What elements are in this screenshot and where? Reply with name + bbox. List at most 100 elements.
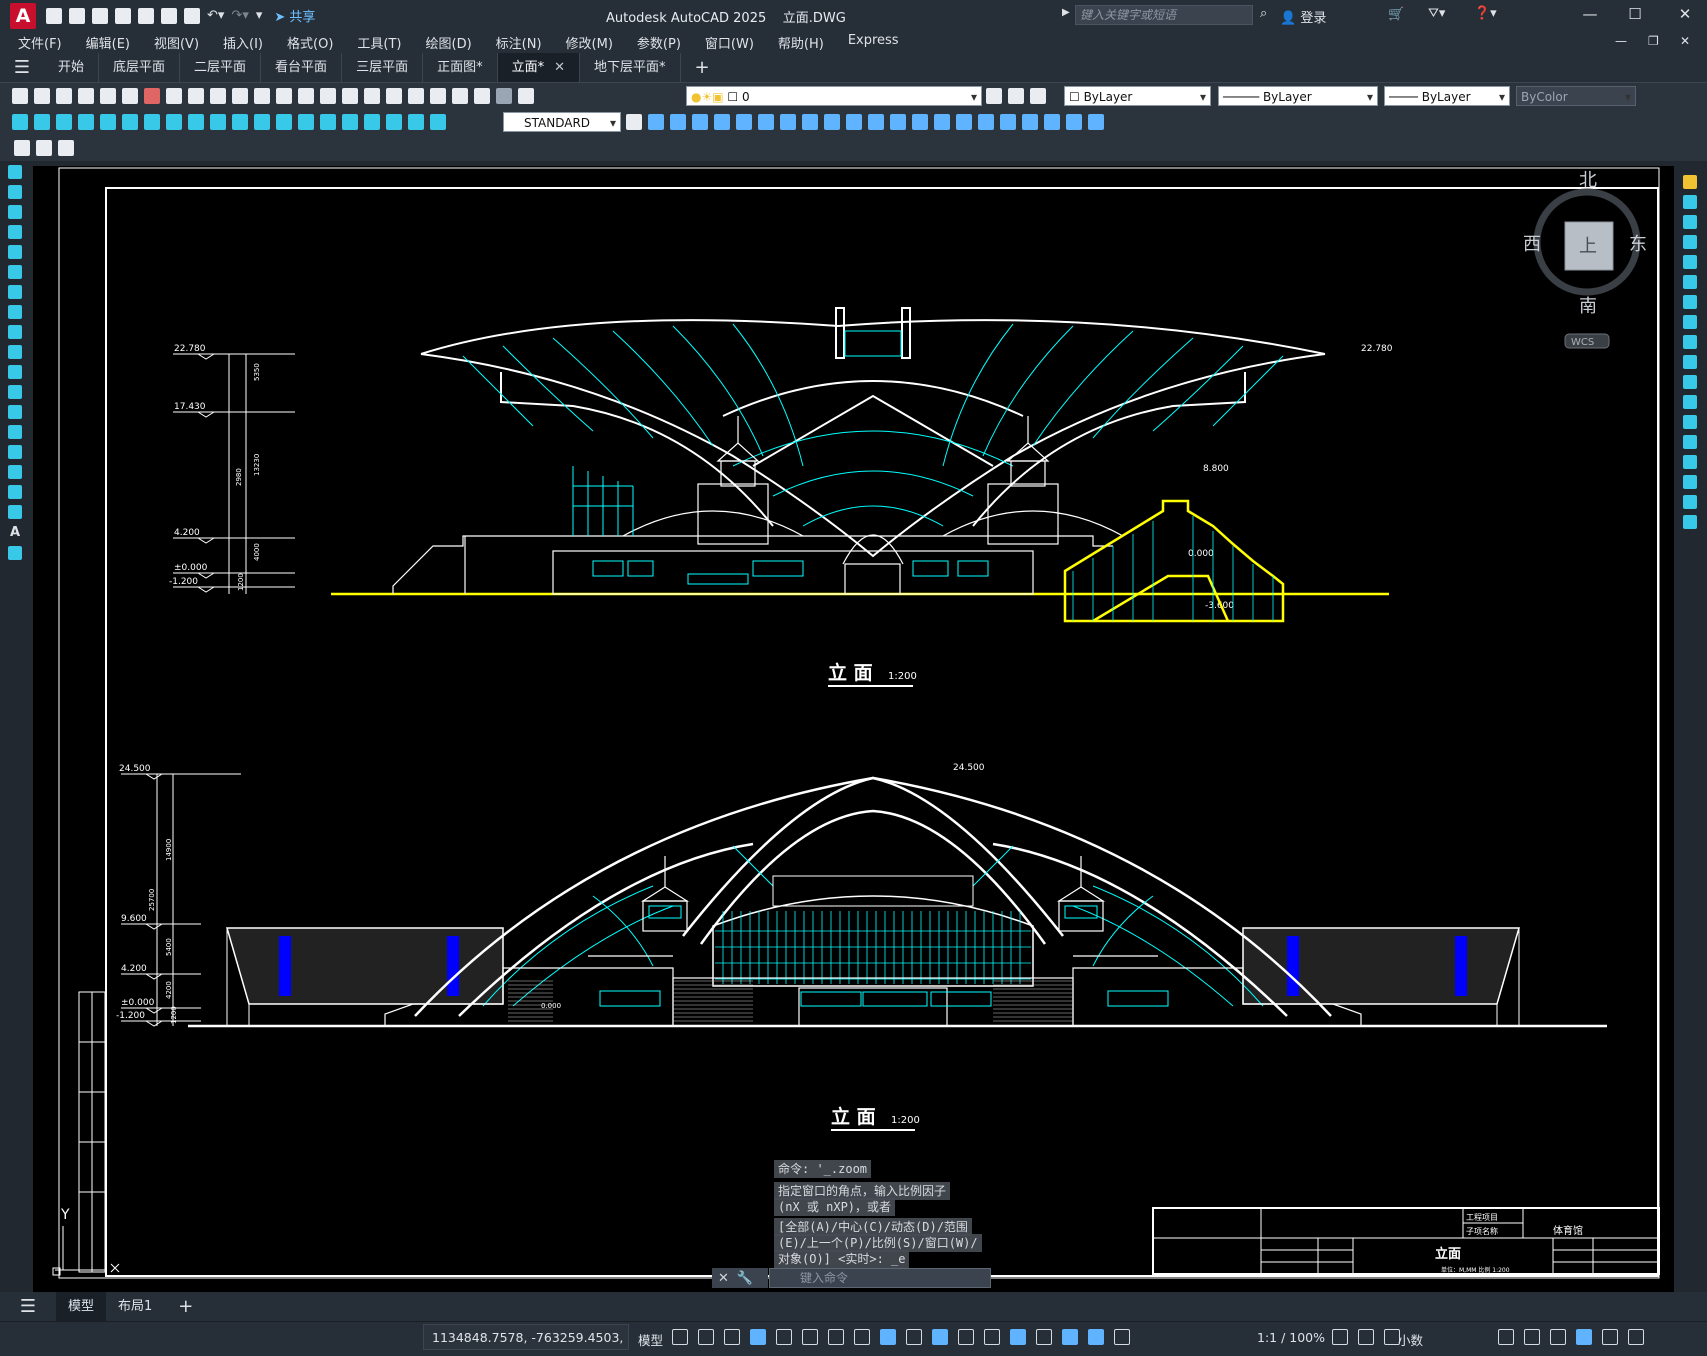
spline-icon[interactable] xyxy=(8,325,22,339)
cart-icon[interactable]: 🛒 xyxy=(1388,7,1404,22)
selection-cycling-icon[interactable] xyxy=(958,1329,974,1345)
menu-item[interactable]: 视图(V) xyxy=(142,33,211,52)
transparency-icon[interactable] xyxy=(932,1329,948,1345)
tool-palettes-icon[interactable] xyxy=(430,88,446,104)
menu-item[interactable]: Express xyxy=(836,33,911,52)
zoom-realtime-icon[interactable] xyxy=(320,88,336,104)
snap-icon[interactable] xyxy=(698,1329,714,1345)
polyline-icon[interactable] xyxy=(8,205,22,219)
wcs-button[interactable]: WCS xyxy=(1571,337,1594,348)
paste-icon[interactable] xyxy=(188,88,204,104)
isolate-objects-icon[interactable] xyxy=(1550,1329,1566,1345)
open-icon[interactable] xyxy=(69,7,85,24)
redo-tb-icon[interactable] xyxy=(276,88,292,104)
revcloud-icon[interactable] xyxy=(8,305,22,319)
new-icon[interactable] xyxy=(46,7,62,24)
explode-icon[interactable] xyxy=(1683,515,1697,529)
dim-ordinate-icon[interactable] xyxy=(78,114,94,130)
lineweight-icon[interactable] xyxy=(906,1329,922,1345)
lock-ui-icon[interactable] xyxy=(1524,1329,1540,1345)
layer-combo[interactable]: ●☀▣ ☐ 0 xyxy=(686,86,982,107)
revolve-icon[interactable] xyxy=(912,114,928,130)
lineweight-combo[interactable]: ──── ByLayer xyxy=(1384,86,1510,107)
clean-screen-icon[interactable] xyxy=(1602,1329,1618,1345)
dim-break-icon[interactable] xyxy=(276,114,292,130)
jogged-linear-icon[interactable] xyxy=(364,114,380,130)
zoom-previous-icon[interactable] xyxy=(364,88,380,104)
close-tab-icon[interactable]: ✕ xyxy=(554,60,565,75)
plot-icon[interactable] xyxy=(184,7,200,24)
file-tab[interactable]: 三层平面 xyxy=(342,53,424,82)
coordinates-display[interactable]: 1134848.7578, -763259.4503, 0.00... xyxy=(423,1324,629,1350)
circle-icon[interactable] xyxy=(8,285,22,299)
qnew-icon[interactable] xyxy=(12,88,28,104)
offset-icon[interactable] xyxy=(1683,235,1697,249)
dimstyle-manager-icon[interactable] xyxy=(626,114,642,130)
annotation-visibility-icon[interactable] xyxy=(1088,1329,1104,1345)
mtext-icon[interactable]: A xyxy=(10,525,20,540)
dynamic-input-icon[interactable] xyxy=(750,1329,766,1345)
quickcalc-icon[interactable] xyxy=(58,140,74,156)
move-icon[interactable] xyxy=(1683,275,1697,289)
extend-icon[interactable] xyxy=(1683,375,1697,389)
intersect-icon[interactable] xyxy=(1000,114,1016,130)
share-button[interactable]: ➤ 共享 xyxy=(274,6,315,25)
help-tb-icon[interactable] xyxy=(496,88,512,104)
menu-item[interactable]: 帮助(H) xyxy=(766,33,836,52)
menu-item[interactable]: 窗口(W) xyxy=(693,33,766,52)
table-icon[interactable] xyxy=(8,505,22,519)
undo-icon[interactable]: ↶▾ xyxy=(207,8,224,23)
doc-minimize-button[interactable]: — xyxy=(1615,34,1627,48)
plotstyle-combo[interactable]: ByColor xyxy=(1516,86,1636,107)
file-tab[interactable]: 开始 xyxy=(44,53,100,82)
autocad-logo-icon[interactable]: A xyxy=(10,2,36,29)
dim-jogged-icon[interactable] xyxy=(122,114,138,130)
command-close-icon[interactable]: ✕ xyxy=(718,1271,729,1286)
align-3d-icon[interactable] xyxy=(1066,114,1082,130)
construction-line-icon[interactable] xyxy=(8,185,22,199)
presspull-icon[interactable] xyxy=(868,114,884,130)
cylinder-icon[interactable] xyxy=(736,114,752,130)
close-button[interactable]: ✕ xyxy=(1670,5,1700,23)
dim-baseline-icon[interactable] xyxy=(210,114,226,130)
doc-restore-button[interactable]: ❐ xyxy=(1648,34,1659,48)
planar-surface-icon[interactable] xyxy=(824,114,840,130)
wedge-icon[interactable] xyxy=(670,114,686,130)
sheet-set-icon[interactable] xyxy=(452,88,468,104)
dim-diameter-icon[interactable] xyxy=(144,114,160,130)
layout-tab[interactable]: 布局1 xyxy=(106,1292,164,1321)
hatch-icon[interactable] xyxy=(8,445,22,459)
search-expand-icon[interactable]: ▶ xyxy=(1062,7,1070,18)
viewcube-east[interactable]: 东 xyxy=(1629,234,1647,255)
block-editor-icon[interactable] xyxy=(232,88,248,104)
gradient-icon[interactable] xyxy=(8,465,22,479)
rotate-3d-icon[interactable] xyxy=(1044,114,1060,130)
menu-item[interactable]: 绘图(D) xyxy=(414,33,484,52)
open-file-icon[interactable] xyxy=(34,88,50,104)
3d-osnap-icon[interactable] xyxy=(984,1329,1000,1345)
undo-tb-icon[interactable] xyxy=(254,88,270,104)
dim-continue-icon[interactable] xyxy=(232,114,248,130)
menu-item[interactable]: 标注(N) xyxy=(484,33,554,52)
dim-arc-icon[interactable] xyxy=(56,114,72,130)
copy-obj-icon[interactable] xyxy=(1683,195,1697,209)
insert-table-icon[interactable] xyxy=(36,140,52,156)
file-tab[interactable]: 立面* ✕ xyxy=(497,53,581,82)
inspection-icon[interactable] xyxy=(342,114,358,130)
cone-icon[interactable] xyxy=(692,114,708,130)
stretch-icon[interactable] xyxy=(1683,335,1697,349)
search-input[interactable]: 键入关键字或短语 xyxy=(1075,5,1253,25)
isodraft-icon[interactable] xyxy=(828,1329,844,1345)
layer-state-icon[interactable] xyxy=(1030,88,1046,104)
ellipse-arc-icon[interactable] xyxy=(8,365,22,379)
redo-icon[interactable]: ↷▾ xyxy=(231,8,248,23)
array-icon[interactable] xyxy=(1683,255,1697,269)
save-file-icon[interactable] xyxy=(56,88,72,104)
model-space-button[interactable]: 模型 xyxy=(638,1330,663,1349)
object-snap-icon[interactable] xyxy=(880,1329,896,1345)
design-center-icon[interactable] xyxy=(408,88,424,104)
publish-icon[interactable] xyxy=(122,88,138,104)
layout-tab[interactable]: 模型 xyxy=(56,1292,107,1321)
match-prop-icon[interactable] xyxy=(210,88,226,104)
units-select[interactable]: 小数 xyxy=(1398,1330,1423,1349)
